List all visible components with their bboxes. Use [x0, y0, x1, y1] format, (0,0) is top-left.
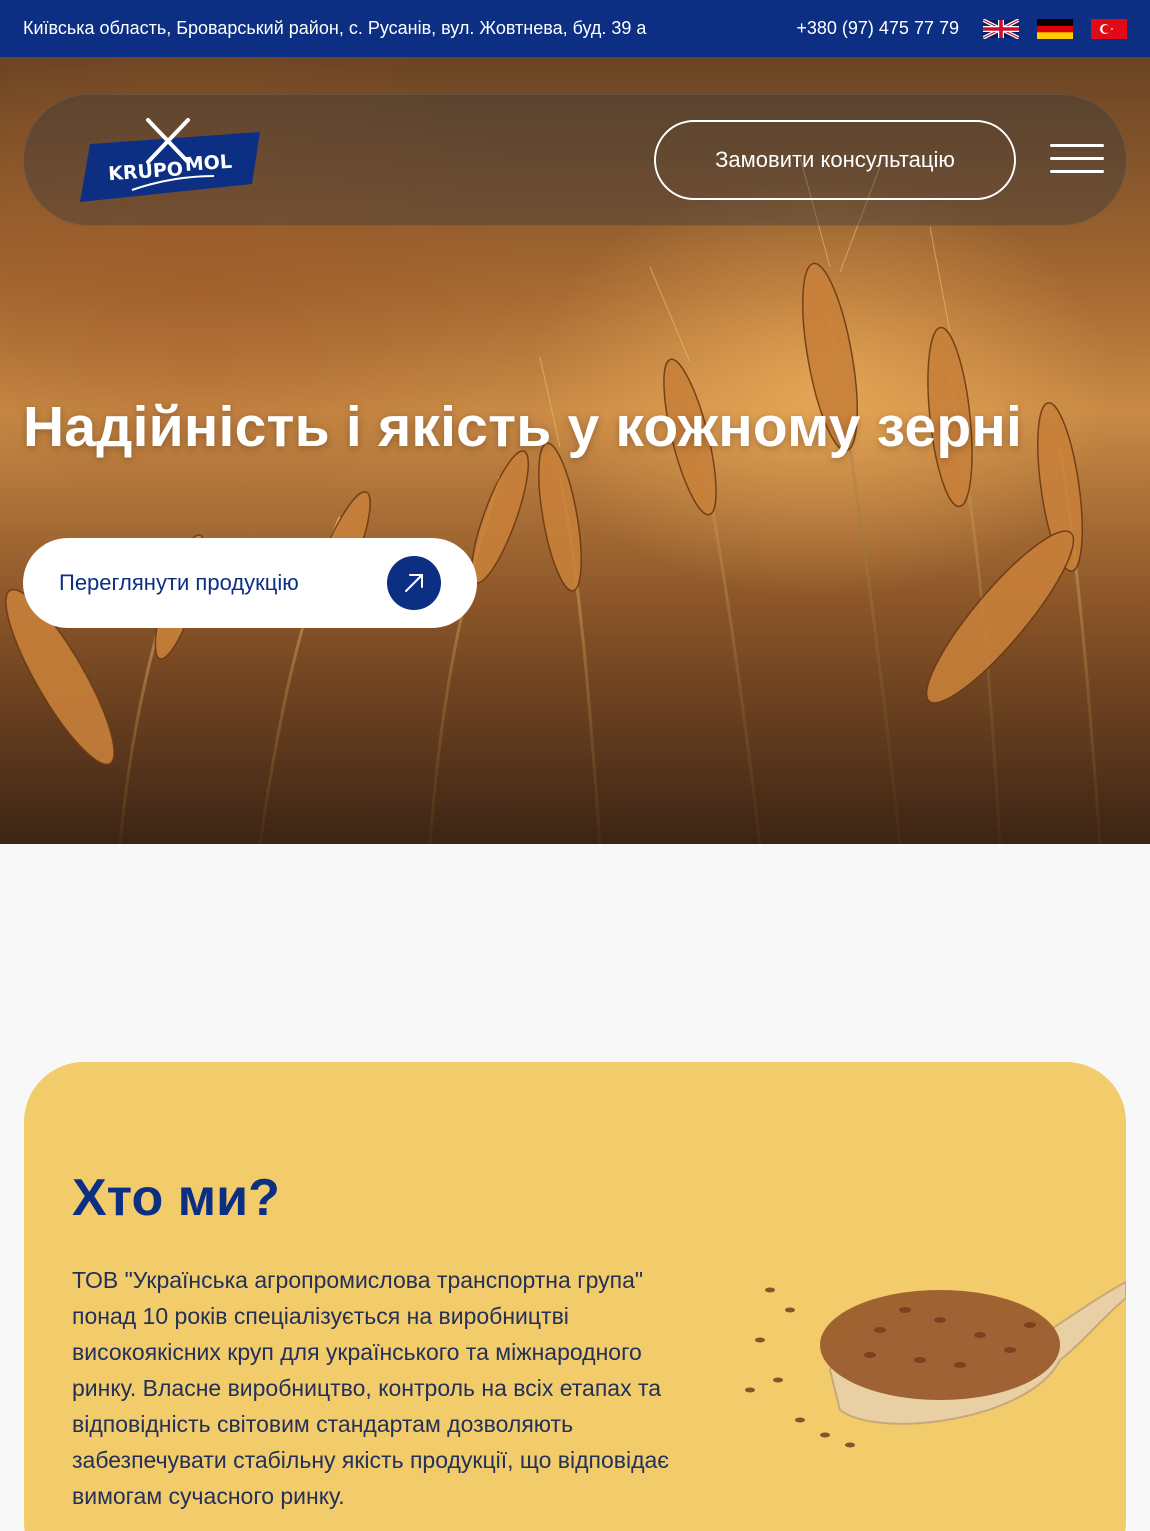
about-title: Хто ми?: [72, 1169, 280, 1227]
view-products-button[interactable]: Переглянути продукцію: [23, 538, 477, 628]
hero-title: Надійність і якість у кожному зерні: [23, 395, 1023, 459]
krupomol-logo[interactable]: KRUPO MOL: [80, 118, 260, 204]
about-text: ТОВ "Українська агропромислова транспорт…: [72, 1267, 670, 1509]
phone-link[interactable]: +380 (97) 475 77 79: [796, 18, 959, 39]
language-switcher: [983, 18, 1127, 39]
arrow-up-right-icon: [387, 556, 441, 610]
flax-seeds-spoon-image: [745, 1280, 1126, 1448]
de-flag-icon[interactable]: [1037, 18, 1073, 39]
tr-flag-icon[interactable]: [1091, 18, 1127, 39]
top-bar: Київська область, Броварський район, с. …: [0, 0, 1150, 57]
burger-menu-icon[interactable]: [1050, 144, 1104, 176]
consultation-button[interactable]: Замовити консультацію: [654, 120, 1016, 200]
en-flag-icon[interactable]: [983, 18, 1019, 39]
address-text: Київська область, Броварський район, с. …: [23, 18, 647, 38]
svg-text:MOL: MOL: [184, 151, 233, 176]
